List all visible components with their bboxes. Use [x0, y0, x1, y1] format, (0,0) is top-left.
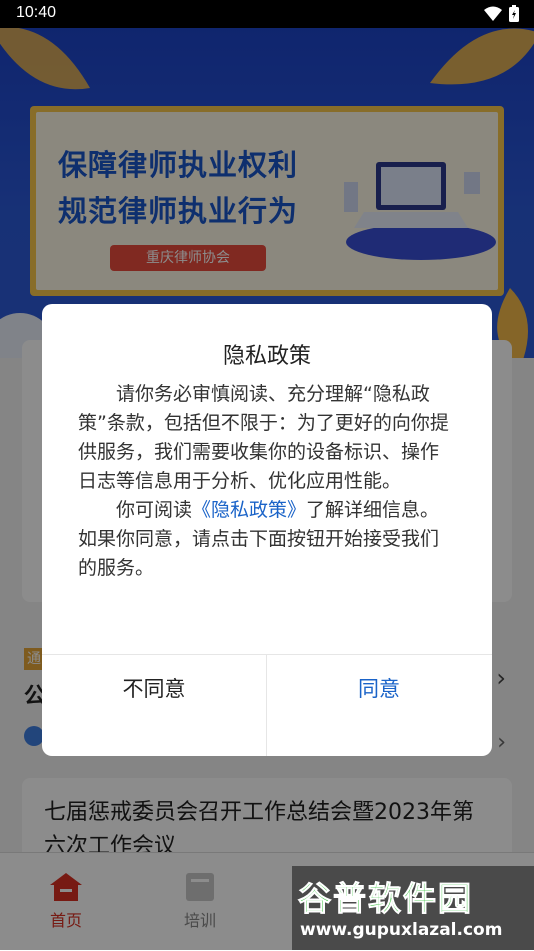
dialog-paragraph-1: 请你务必审慎阅读、充分理解“隐私政策”条款，包括但不限于：为了更好的向你提供服务… [78, 383, 449, 492]
battery-icon [509, 5, 519, 22]
privacy-policy-link[interactable]: 《隐私政策》 [192, 499, 306, 521]
status-time: 10:40 [16, 4, 57, 21]
watermark-brand: 谷普软件园 [298, 879, 473, 919]
privacy-dialog: 隐私政策 请你务必审慎阅读、充分理解“隐私政策”条款，包括但不限于：为了更好的向… [42, 304, 492, 756]
wifi-icon [484, 6, 502, 21]
status-icons [484, 5, 520, 23]
watermark-url: www.gupuxlazal.com [300, 920, 503, 940]
dialog-body: 请你务必审慎阅读、充分理解“隐私政策”条款，包括但不限于：为了更好的向你提供服务… [78, 380, 456, 583]
dialog-paragraph-2: 你可阅读《隐私政策》了解详细信息。如果你同意，请点击下面按钮开始接受我们的服务。 [78, 499, 440, 579]
decline-button[interactable]: 不同意 [42, 655, 266, 723]
dialog-title: 隐私政策 [222, 344, 311, 369]
status-bar: 10:40 [0, 0, 534, 28]
agree-button[interactable]: 同意 [267, 655, 491, 723]
watermark: 谷普软件园 www.gupuxlazal.com [292, 866, 534, 950]
